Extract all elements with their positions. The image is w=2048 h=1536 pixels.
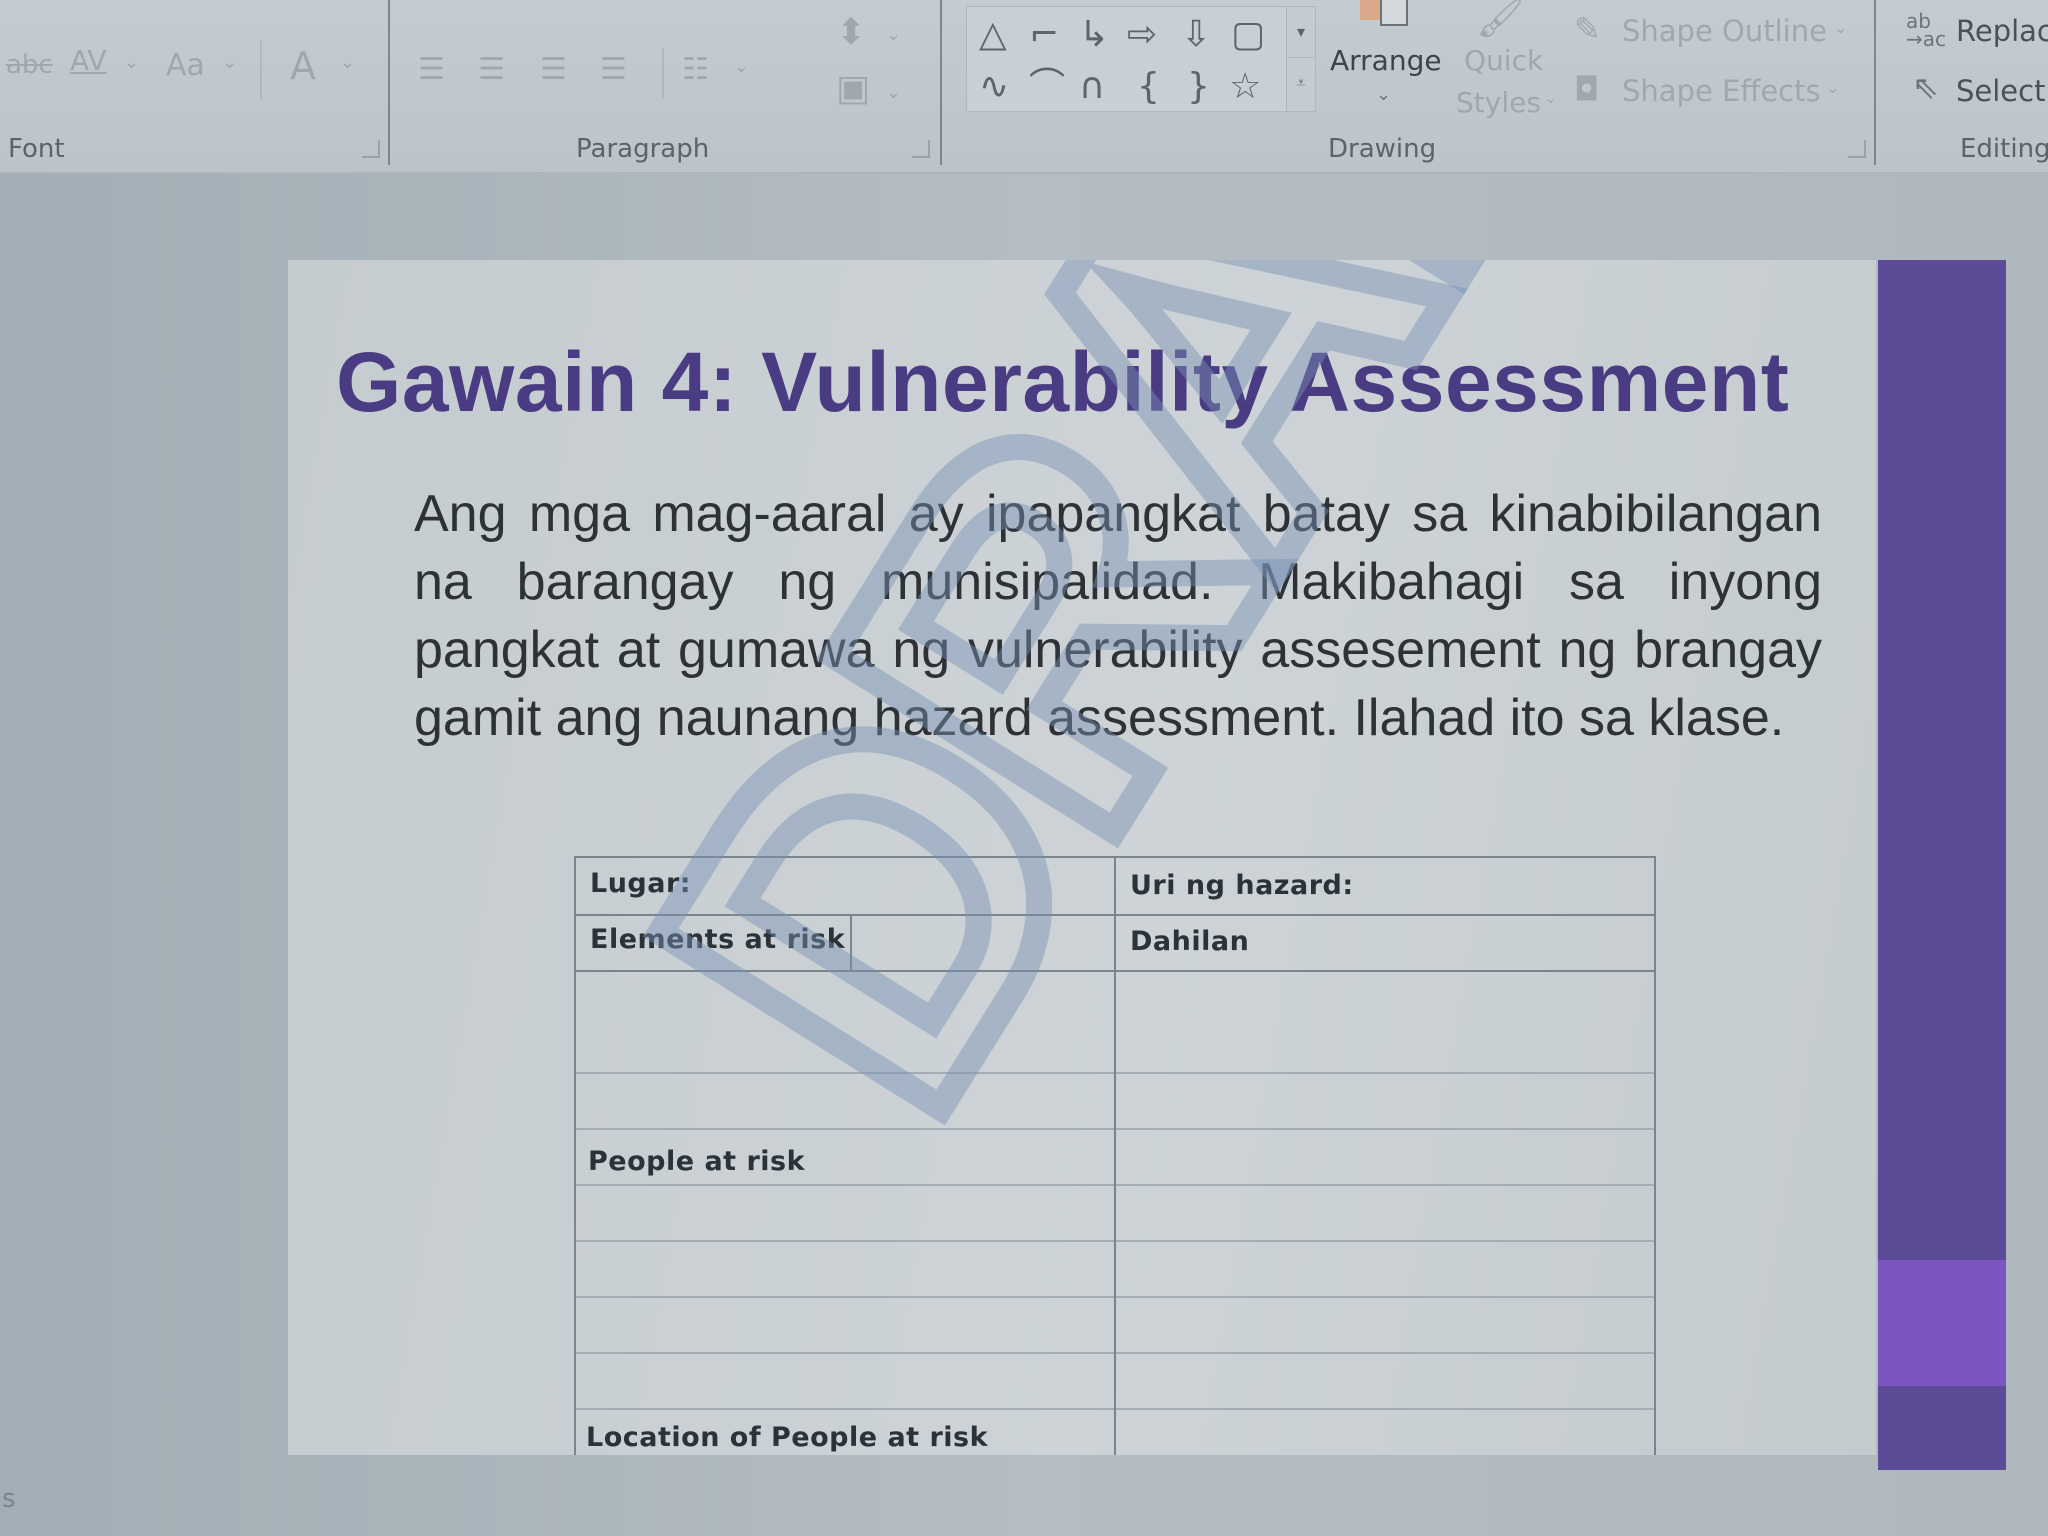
snip-rectangle-shape-icon[interactable]: ▢ xyxy=(1231,17,1265,53)
elbow-connector-icon[interactable]: ⌐ xyxy=(1029,17,1059,53)
triangle-shape-icon[interactable]: △ xyxy=(979,17,1007,53)
table-border-left xyxy=(574,856,576,1455)
chevron-down-icon[interactable]: ⌄ xyxy=(124,52,139,73)
arrange-button[interactable]: Arrange ⌄ xyxy=(1326,0,1446,118)
chevron-down-icon[interactable]: ⌄ xyxy=(222,52,237,73)
down-arrow-shape-icon[interactable]: ⇩ xyxy=(1181,17,1211,53)
right-brace-shape-icon[interactable]: } xyxy=(1187,69,1210,105)
align-center-icon[interactable]: ☰ xyxy=(478,52,505,87)
change-case-icon[interactable]: Aa xyxy=(166,48,205,83)
replace-button[interactable]: ab →ac Replac xyxy=(1906,6,2048,56)
columns-icon[interactable]: ☷ xyxy=(682,52,709,87)
replace-label: Replac xyxy=(1956,14,2048,48)
pencil-outline-icon: ✎ xyxy=(1574,10,1601,48)
slide-workspace: Gawain 4: Vulnerability Assessment Ang m… xyxy=(0,174,2048,1536)
drawing-group-label: Drawing xyxy=(1328,134,1437,164)
ribbon: abc AV ⌄ Aa ⌄ A ⌄ Font ☰ ☰ ☰ ☰ ☷ ⌄ ⬍ ⌄ ▣… xyxy=(0,0,2048,174)
slide-canvas[interactable]: Gawain 4: Vulnerability Assessment Ang m… xyxy=(288,260,1876,1455)
shape-outline-label: Shape Outline xyxy=(1622,14,1827,48)
chevron-down-icon[interactable]: ⌄ xyxy=(340,52,355,73)
freeform-scribble-icon[interactable]: ∿ xyxy=(979,69,1009,105)
align-right-icon[interactable]: ☰ xyxy=(540,52,567,87)
chevron-down-icon[interactable]: ⌄ xyxy=(886,24,901,45)
ribbon-separator xyxy=(940,0,942,165)
align-left-icon[interactable]: ☰ xyxy=(418,52,445,87)
character-spacing-icon[interactable]: AV xyxy=(70,44,107,77)
text-direction-icon[interactable]: ⬍ xyxy=(836,12,866,53)
font-group: abc AV ⌄ Aa ⌄ A ⌄ Font xyxy=(0,0,390,172)
slide-accent-bar xyxy=(1878,260,2006,1470)
star-shape-icon[interactable]: ☆ xyxy=(1229,69,1261,105)
right-arrow-shape-icon[interactable]: ⇨ xyxy=(1127,17,1157,53)
lugar-label: Lugar: xyxy=(590,868,692,899)
drawing-dialog-launcher-icon[interactable] xyxy=(1848,140,1866,158)
chevron-down-icon: ⌄ xyxy=(1376,84,1392,105)
slide-accent-stripe xyxy=(1878,1260,2006,1386)
quick-styles-button[interactable]: 🖌 Quick Styles ⌄ xyxy=(1456,0,1576,119)
elbow-arrow-connector-icon[interactable]: ↳ xyxy=(1079,17,1109,53)
shape-effects-icon: ◘ xyxy=(1574,70,1600,108)
shapes-gallery-scroll[interactable]: ▾ ⩡ xyxy=(1286,6,1316,112)
paragraph-group-label: Paragraph xyxy=(576,134,710,164)
chevron-down-icon: ⌄ xyxy=(1826,78,1840,97)
ribbon-separator xyxy=(1874,0,1876,165)
quick-styles-label-line2: Styles xyxy=(1456,86,1541,119)
slide-body-text[interactable]: Ang mga mag-aaral ay ipapangkat batay sa… xyxy=(414,480,1822,752)
location-of-people-at-risk-label: Location of People at risk xyxy=(586,1422,989,1453)
left-brace-shape-icon[interactable]: { xyxy=(1137,69,1160,105)
table-border-right xyxy=(1654,856,1656,1455)
chevron-down-icon: ⌄ xyxy=(1544,88,1558,107)
paragraph-group: ☰ ☰ ☰ ☰ ☷ ⌄ ⬍ ⌄ ▣ ⌄ Paragraph xyxy=(390,0,940,172)
cursor-arrow-icon: ⇖ xyxy=(1912,68,1939,106)
table-col-divider xyxy=(850,914,852,970)
status-bar-fragment: s xyxy=(2,1484,16,1514)
paragraph-dialog-launcher-icon[interactable] xyxy=(912,140,930,158)
chevron-down-icon[interactable]: ⌄ xyxy=(734,56,749,77)
arrange-icon-page xyxy=(1380,0,1408,26)
strikethrough-icon[interactable]: abc xyxy=(6,50,53,80)
font-color-icon[interactable]: A xyxy=(290,44,316,88)
divider xyxy=(662,48,664,98)
elements-at-risk-label: Elements at risk xyxy=(590,924,846,955)
font-group-label: Font xyxy=(8,134,65,164)
reason-label: Dahilan xyxy=(1130,926,1250,957)
slide-title[interactable]: Gawain 4: Vulnerability Assessment xyxy=(336,334,1789,431)
editing-group-label: Editing xyxy=(1960,134,2048,164)
people-at-risk-label: People at risk xyxy=(588,1146,806,1177)
shapes-gallery[interactable]: △ ⌐ ↳ ⇨ ⇩ ▢ ∿ ⌒ ∩ { } ☆ xyxy=(966,6,1288,112)
divider xyxy=(260,40,262,100)
select-label: Select xyxy=(1956,74,2046,108)
justify-icon[interactable]: ☰ xyxy=(600,52,627,87)
table-col-divider xyxy=(1114,856,1116,1455)
vulnerability-table[interactable]: Lugar: Uri ng hazard: Elements at risk D… xyxy=(574,856,1656,1455)
quick-styles-brush-icon: 🖌 xyxy=(1476,0,1525,40)
font-dialog-launcher-icon[interactable] xyxy=(362,140,380,158)
align-text-icon[interactable]: ▣ xyxy=(836,68,870,109)
quick-styles-label-line1: Quick xyxy=(1464,44,1544,77)
shape-effects-button[interactable]: ◘ Shape Effects ⌄ xyxy=(1570,66,1860,116)
replace-icon: ab →ac xyxy=(1906,9,1947,51)
arrange-icon xyxy=(1360,0,1380,20)
gallery-more-icon[interactable]: ⩡ xyxy=(1287,58,1315,108)
shape-effects-label: Shape Effects xyxy=(1622,74,1821,108)
select-button[interactable]: ⇖ Select xyxy=(1906,66,2048,116)
curve-shape-icon[interactable]: ∩ xyxy=(1079,69,1105,105)
arrange-label: Arrange xyxy=(1330,44,1442,77)
gallery-scroll-down-icon[interactable]: ▾ xyxy=(1287,7,1315,58)
shape-outline-button[interactable]: ✎ Shape Outline ⌄ xyxy=(1570,6,1860,56)
chevron-down-icon: ⌄ xyxy=(1834,18,1848,37)
hazard-type-label: Uri ng hazard: xyxy=(1130,870,1354,901)
arc-shape-icon[interactable]: ⌒ xyxy=(1029,69,1065,105)
chevron-down-icon[interactable]: ⌄ xyxy=(886,82,901,103)
